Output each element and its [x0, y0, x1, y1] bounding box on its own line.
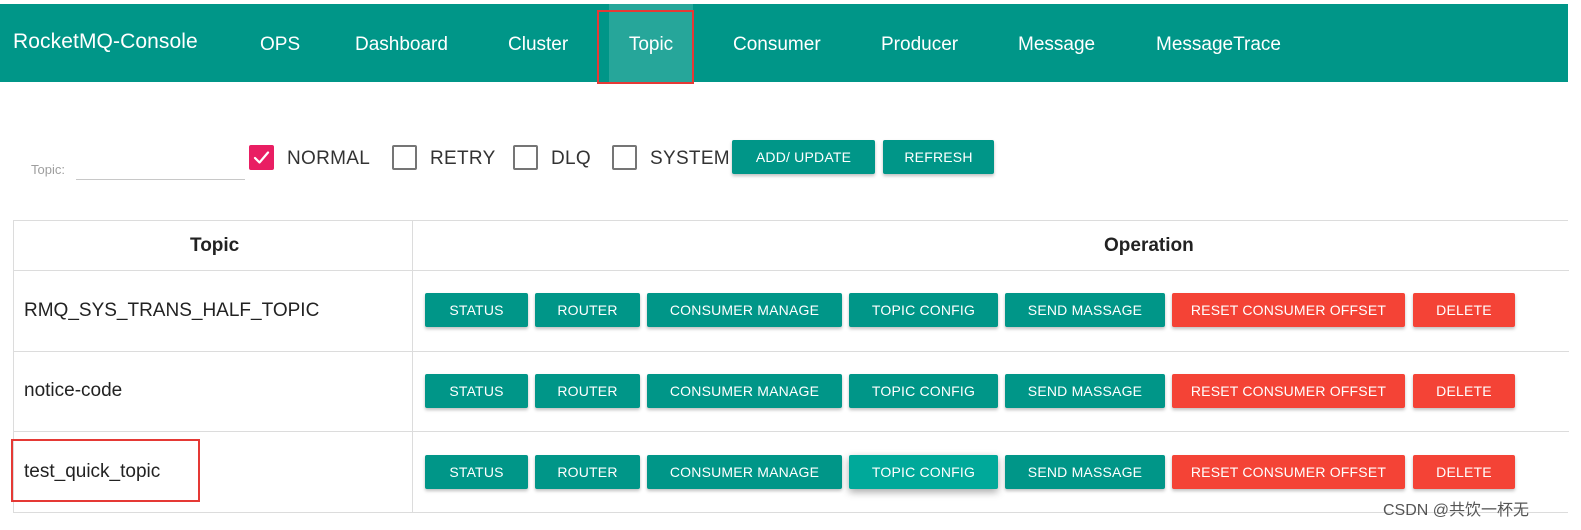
topic-name: notice-code	[24, 380, 123, 401]
nav-dashboard[interactable]: Dashboard	[355, 4, 448, 82]
table-row: notice-code STATUS ROUTER CONSUMER MANAG…	[14, 352, 1569, 432]
topic-search-input[interactable]	[76, 154, 245, 180]
checkbox-normal-label: NORMAL	[287, 148, 371, 169]
router-button[interactable]: ROUTER	[535, 455, 640, 489]
status-button[interactable]: STATUS	[425, 374, 528, 408]
top-navbar: RocketMQ-Console OPS Dashboard Cluster T…	[0, 4, 1568, 82]
delete-button[interactable]: DELETE	[1413, 455, 1515, 489]
reset-consumer-offset-button[interactable]: RESET CONSUMER OFFSET	[1172, 293, 1405, 327]
table-row: RMQ_SYS_TRANS_HALF_TOPIC STATUS ROUTER C…	[14, 271, 1569, 351]
reset-consumer-offset-button[interactable]: RESET CONSUMER OFFSET	[1172, 455, 1405, 489]
checkbox-system-label: SYSTEM	[650, 148, 730, 169]
status-button[interactable]: STATUS	[425, 293, 528, 327]
topic-table: Topic Operation RMQ_SYS_TRANS_HALF_TOPIC…	[13, 220, 1569, 513]
consumer-manage-button[interactable]: CONSUMER MANAGE	[647, 455, 842, 489]
topic-name: test_quick_topic	[24, 461, 161, 482]
reset-consumer-offset-button[interactable]: RESET CONSUMER OFFSET	[1172, 374, 1405, 408]
checkbox-system[interactable]: SYSTEM	[612, 145, 730, 171]
brand-title[interactable]: RocketMQ-Console	[13, 30, 198, 54]
watermark: CSDN @共饮一杯无	[1383, 502, 1530, 519]
nav-message[interactable]: Message	[1018, 4, 1095, 82]
column-header-topic: Topic	[190, 235, 240, 256]
checkbox-normal-box[interactable]	[249, 145, 274, 170]
checkbox-dlq-box[interactable]	[513, 145, 538, 170]
send-message-button[interactable]: SEND MASSAGE	[1005, 455, 1165, 489]
add-update-button[interactable]: ADD/ UPDATE	[732, 140, 875, 174]
checkbox-system-box[interactable]	[612, 145, 637, 170]
column-header-operation: Operation	[1104, 235, 1194, 256]
delete-button[interactable]: DELETE	[1413, 293, 1515, 327]
send-message-button[interactable]: SEND MASSAGE	[1005, 293, 1165, 327]
checkbox-retry[interactable]: RETRY	[392, 145, 495, 171]
nav-messagetrace[interactable]: MessageTrace	[1156, 4, 1281, 82]
table-row: test_quick_topic STATUS ROUTER CONSUMER …	[14, 432, 1569, 512]
consumer-manage-button[interactable]: CONSUMER MANAGE	[647, 293, 842, 327]
topic-filter-label: Topic:	[31, 162, 65, 177]
send-message-button[interactable]: SEND MASSAGE	[1005, 374, 1165, 408]
router-button[interactable]: ROUTER	[535, 293, 640, 327]
checkbox-dlq-label: DLQ	[551, 148, 591, 169]
topic-config-button[interactable]: TOPIC CONFIG	[849, 374, 998, 408]
nav-ops[interactable]: OPS	[260, 4, 300, 82]
topic-name: RMQ_SYS_TRANS_HALF_TOPIC	[24, 300, 320, 321]
refresh-button[interactable]: REFRESH	[883, 140, 994, 174]
topic-config-button[interactable]: TOPIC CONFIG	[849, 455, 998, 489]
consumer-manage-button[interactable]: CONSUMER MANAGE	[647, 374, 842, 408]
router-button[interactable]: ROUTER	[535, 374, 640, 408]
checkbox-dlq[interactable]: DLQ	[513, 145, 593, 171]
nav-consumer[interactable]: Consumer	[733, 4, 821, 82]
topic-filter: Topic:	[31, 150, 245, 182]
nav-topic[interactable]: Topic	[609, 4, 693, 82]
status-button[interactable]: STATUS	[425, 455, 528, 489]
nav-cluster[interactable]: Cluster	[508, 4, 568, 82]
delete-button[interactable]: DELETE	[1413, 374, 1515, 408]
topic-config-button[interactable]: TOPIC CONFIG	[849, 293, 998, 327]
nav-producer[interactable]: Producer	[881, 4, 958, 82]
checkmark-icon	[253, 151, 270, 164]
checkbox-retry-box[interactable]	[392, 145, 417, 170]
checkbox-normal[interactable]: NORMAL	[249, 145, 371, 171]
checkbox-retry-label: RETRY	[430, 148, 496, 169]
